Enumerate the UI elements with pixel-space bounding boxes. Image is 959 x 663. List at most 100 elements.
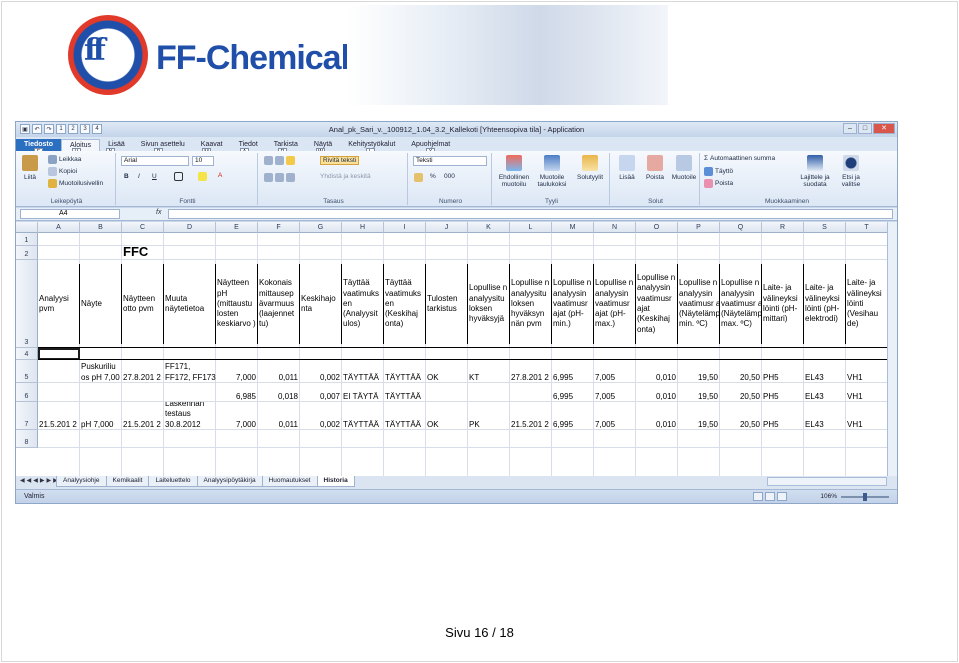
horizontal-scrollbar[interactable]: [767, 477, 887, 486]
table-cell[interactable]: 0,002: [300, 402, 342, 430]
number-format-select[interactable]: Teksti: [413, 156, 487, 166]
table-cell[interactable]: 21.5.201 2: [122, 402, 164, 430]
column-header[interactable]: N: [594, 222, 636, 233]
table-cell[interactable]: 6,985: [216, 383, 258, 402]
column-header[interactable]: J: [426, 222, 468, 233]
column-label[interactable]: Näyte: [80, 262, 122, 346]
table-cell[interactable]: 0,010: [636, 383, 678, 402]
thousands-button[interactable]: 000: [444, 173, 455, 180]
column-label[interactable]: Tulosten tarkistus: [426, 262, 468, 346]
row-header[interactable]: 2: [16, 246, 38, 260]
table-cell[interactable]: 7,000: [216, 360, 258, 383]
table-cell[interactable]: 7,000: [216, 402, 258, 430]
column-header[interactable]: C: [122, 222, 164, 233]
bold-button[interactable]: B: [124, 173, 129, 180]
table-cell[interactable]: 7,005: [594, 383, 636, 402]
row-header[interactable]: 8: [16, 430, 38, 448]
column-header[interactable]: P: [678, 222, 720, 233]
currency-icon[interactable]: [414, 173, 423, 182]
sheet-tab[interactable]: Huomautukset: [261, 476, 318, 487]
row-header[interactable]: 5: [16, 360, 38, 383]
column-label[interactable]: Lopullise n analyysin vaatimusr ajat (pH…: [552, 262, 594, 346]
column-label[interactable]: Lopullise n analyysitu loksen hyväksyjä: [468, 262, 510, 346]
table-cell[interactable]: PK: [468, 402, 510, 430]
column-header[interactable]: S: [804, 222, 846, 233]
cut-button[interactable]: Leikkaa: [48, 155, 81, 164]
column-label[interactable]: Analyysi pvm: [38, 262, 80, 346]
italic-button[interactable]: I: [138, 173, 140, 180]
sheet-tab[interactable]: Analyysipöytäkirja: [196, 476, 263, 487]
table-cell[interactable]: 20,50: [720, 402, 762, 430]
column-label[interactable]: Lopullise n analyysin vaatimusr ajat (Nä…: [720, 262, 762, 346]
format-painter-button[interactable]: Muotoilusivellin: [48, 179, 103, 188]
table-cell[interactable]: pH 7,000: [80, 402, 122, 430]
conditional-formatting-button[interactable]: Ehdollinen muotoilu: [496, 155, 532, 188]
column-label[interactable]: Näytteen otto pvm: [122, 262, 164, 346]
clear-button[interactable]: Poista: [704, 179, 733, 188]
table-cell[interactable]: EL43: [804, 360, 846, 383]
table-cell[interactable]: 20,50: [720, 383, 762, 402]
select-all-corner[interactable]: [16, 222, 38, 233]
name-box[interactable]: A4: [20, 209, 120, 219]
autosum-button[interactable]: Σ Automaattinen summa: [704, 155, 775, 162]
percent-button[interactable]: %: [430, 173, 436, 180]
table-cell[interactable]: 0,002: [300, 360, 342, 383]
column-label[interactable]: Laite- ja välineyksi löinti (pH-elektrod…: [804, 262, 846, 346]
zoom-level[interactable]: 106%: [820, 493, 837, 500]
table-cell[interactable]: 6,995: [552, 360, 594, 383]
table-cell[interactable]: Puskuriliu os pH 7,00: [80, 360, 122, 383]
column-header[interactable]: Q: [720, 222, 762, 233]
column-header[interactable]: E: [216, 222, 258, 233]
font-size-select[interactable]: 10: [192, 156, 214, 166]
row-header[interactable]: 6: [16, 383, 38, 402]
table-cell[interactable]: TÄYTTÄÄ: [384, 402, 426, 430]
table-cell[interactable]: 19,50: [678, 402, 720, 430]
row-header[interactable]: 4: [16, 348, 38, 360]
borders-button[interactable]: [174, 172, 183, 181]
column-header[interactable]: A: [38, 222, 80, 233]
table-cell[interactable]: TÄYTTÄÄ: [384, 383, 426, 402]
page-layout-view-icon[interactable]: [765, 492, 775, 501]
table-cell[interactable]: 0,011: [258, 402, 300, 430]
column-header[interactable]: R: [762, 222, 804, 233]
table-cell[interactable]: VH1: [846, 402, 888, 430]
table-cell[interactable]: 0,010: [636, 402, 678, 430]
fill-button[interactable]: Täyttö: [704, 167, 733, 176]
page-break-view-icon[interactable]: [777, 492, 787, 501]
table-cell[interactable]: TÄYTTÄÄ: [384, 360, 426, 383]
table-cell[interactable]: VH1: [846, 383, 888, 402]
column-header[interactable]: H: [342, 222, 384, 233]
sheet-tab[interactable]: Historia: [316, 476, 355, 487]
font-name-select[interactable]: Arial: [121, 156, 189, 166]
align-left-icon[interactable]: [264, 173, 295, 182]
cell-styles-button[interactable]: Solutyylit: [572, 155, 608, 181]
sheet-tab[interactable]: Analyysiohje: [56, 476, 107, 487]
table-cell[interactable]: PH5: [762, 360, 804, 383]
column-label[interactable]: Täyttää vaatimuks en (Keskihaj onta): [384, 262, 426, 346]
column-label[interactable]: Näytteen pH (mittaustu losten keskiarvo …: [216, 262, 258, 346]
column-label[interactable]: Lopullise n analyysin vaatimusr ajat (Nä…: [678, 262, 720, 346]
column-header[interactable]: G: [300, 222, 342, 233]
table-cell[interactable]: 7,005: [594, 402, 636, 430]
row-header[interactable]: 3: [16, 260, 38, 348]
column-header[interactable]: M: [552, 222, 594, 233]
table-cell[interactable]: FF171, FF172, FF173: [164, 360, 216, 383]
copy-button[interactable]: Kopioi: [48, 167, 77, 176]
normal-view-icon[interactable]: [753, 492, 763, 501]
column-label[interactable]: Lopullise n analyysitu loksen hyväksyn n…: [510, 262, 552, 346]
column-header[interactable]: F: [258, 222, 300, 233]
worksheet-grid[interactable]: A B C D E F G H I J K L M N O P Q R S T 1 2 3 4 5 6 7 8 FFC Analyysi …: [16, 222, 897, 476]
row-header[interactable]: 7: [16, 402, 38, 430]
table-cell[interactable]: 21.5.201 2: [510, 402, 552, 430]
table-cell[interactable]: OK: [426, 402, 468, 430]
table-cell[interactable]: EL43: [804, 383, 846, 402]
table-cell[interactable]: 0,011: [258, 360, 300, 383]
table-cell[interactable]: EI TÄYTÄ: [342, 383, 384, 402]
fill-color-button[interactable]: [198, 172, 207, 181]
delete-cells-button[interactable]: Poista: [642, 155, 668, 181]
fx-icon[interactable]: fx: [156, 209, 161, 216]
sort-filter-button[interactable]: Lajittele ja suodata: [798, 155, 832, 188]
table-cell[interactable]: 27.8.201 2: [122, 360, 164, 383]
table-cell[interactable]: Laskennan testaus 30.8.2012: [164, 402, 216, 430]
column-header[interactable]: L: [510, 222, 552, 233]
